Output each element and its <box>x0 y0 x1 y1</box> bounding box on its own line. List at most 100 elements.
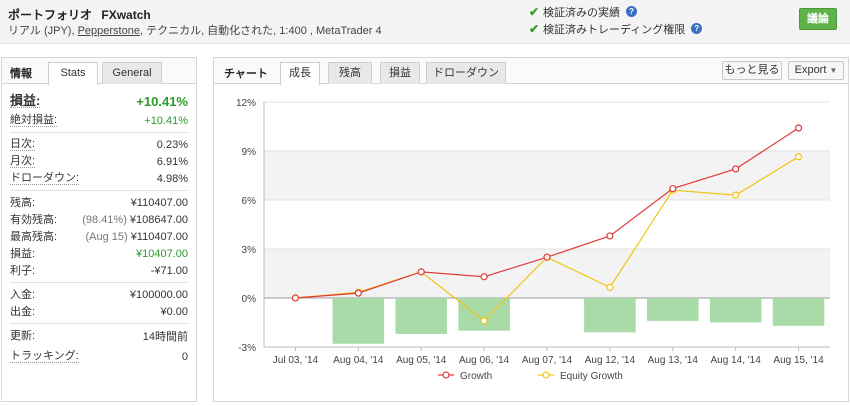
bar <box>332 298 385 344</box>
chart-panel-header: チャート 成長 残高 損益 ドローダウン もっと見る Export ▼ <box>214 58 848 85</box>
x-tick-label: Aug 15, '14 <box>773 355 824 366</box>
stat-paren: (Aug 15) <box>85 230 128 243</box>
stat-equity: 有効残高: (98.41%) ¥108647.00 <box>10 211 188 228</box>
stat-label: 絶対損益: <box>10 114 58 127</box>
stat-monthly: 月次: 6.91% <box>10 153 188 170</box>
legend-label: Growth <box>460 371 492 382</box>
stat-updated: 更新: 14時間前 <box>10 327 188 344</box>
discuss-button[interactable]: 議論 <box>799 8 837 30</box>
info-panel: 情報 Stats General 損益: +10.41% 絶対損益: +10.4… <box>1 57 197 402</box>
data-point <box>606 283 614 291</box>
stat-label: 有効残高: <box>10 213 58 226</box>
data-point <box>291 294 300 302</box>
y-tick-label: 9% <box>242 147 257 158</box>
stat-value: 6.91% <box>156 155 188 168</box>
export-button[interactable]: Export ▼ <box>788 61 844 80</box>
stat-daily: 日次: 0.23% <box>10 136 188 153</box>
divider <box>10 282 188 283</box>
help-icon[interactable]: ? <box>626 6 637 17</box>
stat-label: 残高: <box>10 196 36 209</box>
stat-value: +10.41% <box>136 93 188 109</box>
stat-value-group: (98.41%) ¥108647.00 <box>82 214 188 226</box>
verified-trading-privileges: ✔ 検証済みトレーディング権限 ? <box>529 20 703 37</box>
x-tick-label: Aug 04, '14 <box>333 355 384 366</box>
data-point <box>480 317 488 325</box>
data-point <box>669 184 677 193</box>
verification-block: ✔ 検証済みの実績 ? ✔ 検証済みトレーディング権限 ? <box>529 3 703 37</box>
portfolio-title: ポートフォリオ FXwatch <box>8 6 151 23</box>
stat-drawdown: ドローダウン: 4.98% <box>10 170 188 187</box>
stat-label: ドローダウン: <box>10 172 80 185</box>
divider <box>10 323 188 324</box>
stat-interest: 利子: -¥71.00 <box>10 262 188 279</box>
stat-value: ¥110407.00 <box>130 196 188 209</box>
tab-general[interactable]: General <box>102 62 162 84</box>
data-point <box>732 165 740 173</box>
x-tick-label: Aug 14, '14 <box>711 355 762 366</box>
divider <box>10 190 188 191</box>
stat-tracking: トラッキング: 0 <box>10 348 188 365</box>
subtitle-pre: リアル (JPY), <box>8 25 78 37</box>
stat-value: +10.41% <box>144 114 188 127</box>
chart-panel-label: チャート <box>224 68 268 80</box>
system-subtitle: リアル (JPY), Pepperstone, テクニカル, 自動化された, 1… <box>8 22 382 38</box>
tab-profit[interactable]: 損益 <box>380 62 420 84</box>
y-tick-label: -3% <box>238 343 256 354</box>
export-label: Export <box>794 64 827 76</box>
stat-value: -¥71.00 <box>150 264 188 277</box>
chevron-down-icon: ▼ <box>829 66 838 75</box>
y-tick-label: 6% <box>242 196 257 207</box>
stat-withdrawals: 出金: ¥0.00 <box>10 303 188 320</box>
stat-value: ¥108647.00 <box>129 213 188 226</box>
broker-link[interactable]: Pepperstone <box>78 25 140 37</box>
stat-label: 月次: <box>10 155 36 168</box>
verified-track-record: ✔ 検証済みの実績 ? <box>529 3 702 20</box>
data-point <box>794 153 803 161</box>
tab-growth[interactable]: 成長 <box>280 62 320 85</box>
stat-label: 入金: <box>10 288 36 301</box>
stat-highest: 最高残高: (Aug 15) ¥110407.00 <box>10 228 188 245</box>
stat-label: 損益: <box>10 247 36 260</box>
bar <box>646 298 699 321</box>
stat-value: ¥10407.00 <box>136 247 188 260</box>
x-tick-label: Aug 12, '14 <box>585 355 636 366</box>
more-button[interactable]: もっと見る <box>722 61 782 80</box>
tab-drawdown[interactable]: ドローダウン <box>426 62 506 84</box>
growth-chart-svg: -3% 0% 3% 6% 9% 12% Jul 03, '14 Aug 04, '14 Aug … <box>236 98 830 382</box>
legend-swatch-point <box>542 371 550 379</box>
stat-value: ¥110407.00 <box>130 230 188 243</box>
page-header: ポートフォリオ FXwatch リアル (JPY), Pepperstone, … <box>0 0 850 44</box>
tracking-link[interactable]: トラッキング: <box>10 350 79 363</box>
bar <box>395 298 448 334</box>
help-icon[interactable]: ? <box>691 23 703 34</box>
y-tick-label: 3% <box>242 245 257 256</box>
x-tick-label: Aug 07, '14 <box>522 355 573 366</box>
tab-balance[interactable]: 残高 <box>328 62 372 84</box>
x-tick-label: Aug 13, '14 <box>648 355 699 366</box>
data-point <box>480 273 488 281</box>
x-tick-label: Aug 06, '14 <box>459 355 510 366</box>
info-panel-header: 情報 Stats General <box>2 58 196 85</box>
bar <box>772 298 825 326</box>
data-point <box>606 232 614 240</box>
tab-stats[interactable]: Stats <box>48 62 98 85</box>
divider <box>10 132 188 133</box>
verified-track-label: 検証済みの実績 <box>543 6 620 19</box>
data-point <box>417 268 425 276</box>
data-point <box>354 289 362 297</box>
system-name: FXwatch <box>101 8 151 22</box>
stat-balance: 残高: ¥110407.00 <box>10 194 188 211</box>
y-tick-label: 12% <box>236 98 256 109</box>
stat-absolute-gain: 絶対損益: +10.41% <box>10 112 188 129</box>
subtitle-post: , テクニカル, 自動化された, 1:400 , MetaTrader 4 <box>139 25 382 37</box>
chart-panel: チャート 成長 残高 損益 ドローダウン もっと見る Export ▼ -3% 0… <box>213 57 849 402</box>
stat-label: 更新: <box>10 329 36 342</box>
data-point <box>794 124 803 132</box>
x-tick-label: Aug 05, '14 <box>396 355 447 366</box>
check-icon: ✔ <box>529 4 540 19</box>
growth-chart: -3% 0% 3% 6% 9% 12% Jul 03, '14 Aug 04, '14 Aug … <box>214 85 850 402</box>
stat-deposits: 入金: ¥100000.00 <box>10 286 188 303</box>
info-panel-label: 情報 <box>10 68 32 80</box>
stat-value: ¥100000.00 <box>129 288 188 301</box>
stat-label: 出金: <box>10 305 36 318</box>
